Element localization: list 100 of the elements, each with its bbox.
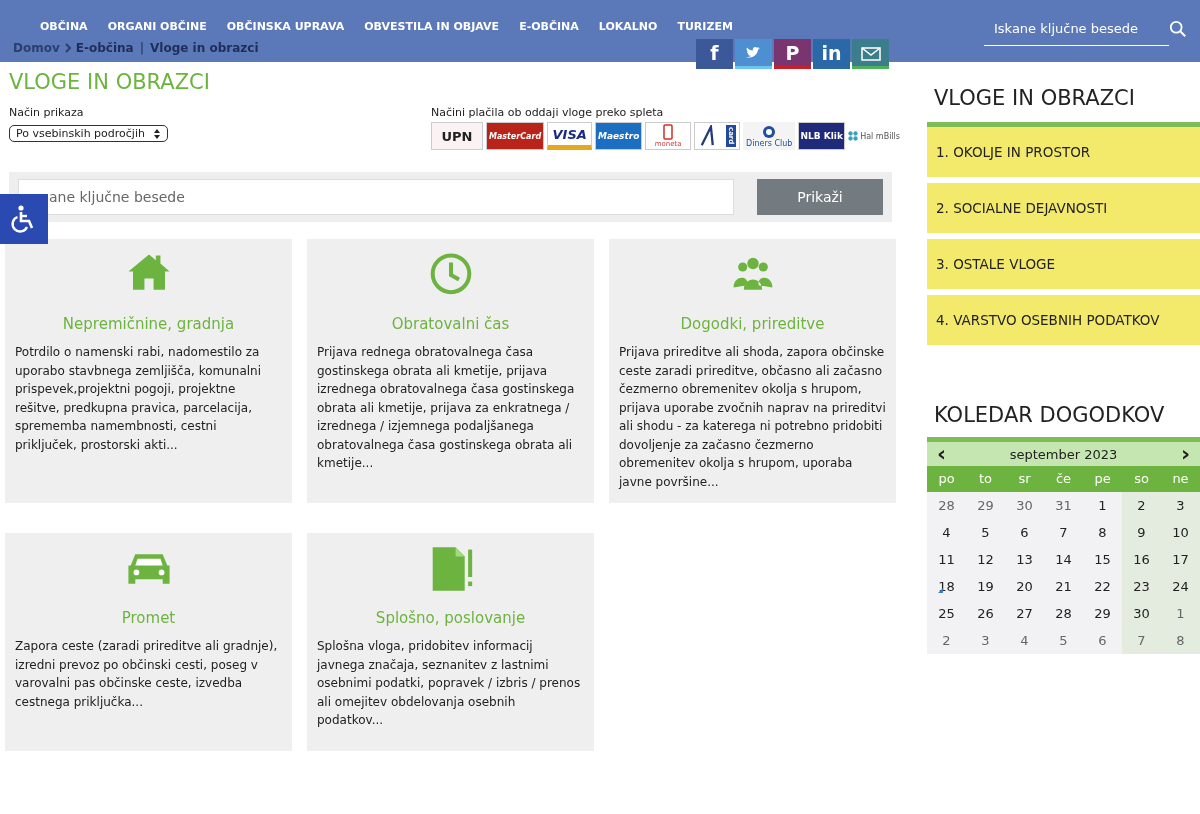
calendar-day[interactable]: 27 — [1005, 600, 1044, 627]
nav-link[interactable]: E-OBČINA — [509, 20, 589, 33]
share-button[interactable]: f — [696, 39, 733, 69]
phone-icon — [663, 124, 674, 140]
card-description: Prijava prireditve ali shoda, zapora občinske ceste zaradi prireditve, občasno ali začasno čezmerno obremenitev okolja s hrupom, prijava uporabe zvočnih naprav na prireditvi ali shodu - za katerega ni potrebno pridobiti dovoljenje za začasno čezmerno obremenitev okolja s hrupom, uporaba javne površine... — [619, 344, 886, 491]
field-label: Način prikaza — [9, 106, 85, 119]
separator: | — [138, 41, 146, 55]
calendar-day[interactable]: 9 — [1122, 519, 1161, 546]
calendar-day[interactable]: 7 — [1122, 627, 1161, 654]
category-card[interactable] — [5, 239, 292, 503]
payment-logo: UPN — [430, 122, 483, 150]
calendar-day[interactable]: 30 — [1122, 600, 1161, 627]
calendar-day[interactable]: 4 — [927, 519, 966, 546]
calendar-day[interactable]: 16 — [1122, 546, 1161, 573]
calendar-day[interactable]: 26 — [966, 600, 1005, 627]
nav-link[interactable]: TURIZEM — [667, 20, 743, 33]
calendar-day[interactable]: 6 — [1005, 519, 1044, 546]
nav-link[interactable]: LOKALNO — [588, 20, 668, 33]
category-link[interactable]: 1. OKOLJE IN PROSTOR — [927, 122, 1200, 177]
category-card[interactable] — [307, 239, 594, 503]
weekday-label: pe — [1083, 466, 1122, 492]
next-month-button[interactable]: › — [1180, 444, 1190, 464]
calendar-day[interactable]: 21 — [1044, 573, 1083, 600]
weekday-label: to — [966, 466, 1005, 492]
calendar-day[interactable]: 1 — [1083, 492, 1122, 519]
calendar-day[interactable]: 25 — [927, 600, 966, 627]
calendar-day[interactable]: 10 — [1161, 519, 1200, 546]
payment-logo: Hal mBills — [848, 122, 900, 150]
category-card[interactable] — [609, 239, 896, 503]
category-card[interactable]: Promet Zapora ceste (zaradi prireditve ali gradnje), izredni prevoz po občinski cesti, poseg v varovalni pas občinske ceste, izvedba cestnega priključka... — [5, 533, 292, 751]
payment-logo: Maestro — [595, 122, 643, 150]
payment-logo: VISA — [547, 122, 593, 150]
nav-link[interactable]: OBČINSKA UPRAVA — [216, 20, 355, 33]
calendar-day[interactable]: 5 — [966, 519, 1005, 546]
accessibility-button[interactable] — [0, 194, 48, 244]
weekday-label: sr — [1005, 466, 1044, 492]
payment-logo: NLB Klik — [798, 122, 846, 150]
sidebar-title: VLOGE IN OBRAZCI — [934, 86, 1136, 110]
weekday-label: če — [1044, 466, 1083, 492]
weekday-label: so — [1122, 466, 1161, 492]
calendar-day[interactable]: 23 — [1122, 573, 1161, 600]
diners-icon — [761, 124, 778, 139]
calendar-day[interactable]: 29 — [1083, 600, 1122, 627]
sidebar-title: KOLEDAR DOGODKOV — [934, 403, 1166, 427]
calendar-day[interactable]: 28 — [1044, 600, 1083, 627]
month-label: september 2023 — [1009, 446, 1118, 462]
calendar-day[interactable]: 29 — [966, 492, 1005, 519]
calendar-day[interactable]: 8 — [1161, 627, 1200, 654]
weekday-label: ne — [1161, 466, 1200, 492]
calendar-day[interactable]: 7 — [1044, 519, 1083, 546]
calendar-day[interactable]: 3 — [966, 627, 1005, 654]
search-button[interactable]: Prikaži — [757, 179, 883, 215]
updown-icon — [152, 127, 161, 140]
calendar-day[interactable]: 6 — [1083, 627, 1122, 654]
share-button[interactable] — [735, 39, 772, 69]
calendar-day[interactable]: 12 — [966, 546, 1005, 573]
calendar-day[interactable]: 22 — [1083, 573, 1122, 600]
search-field[interactable]: ane ključne besede — [18, 179, 734, 215]
share-button[interactable] — [852, 39, 889, 69]
nav-link[interactable]: OBVESTILA IN OBJAVE — [354, 20, 510, 33]
calendar-day[interactable]: 20 — [1005, 573, 1044, 600]
calendar-day[interactable]: 17 — [1161, 546, 1200, 573]
page-title: VLOGE IN OBRAZCI — [9, 70, 211, 94]
calendar-day[interactable]: 19 — [966, 573, 1005, 600]
calendar-day[interactable]: 30 — [1005, 492, 1044, 519]
chevron-icon — [63, 43, 72, 53]
field-label: Načini plačila ob oddaji vloge preko spleta — [430, 106, 665, 119]
calendar-day[interactable]: 8 — [1083, 519, 1122, 546]
nav-link[interactable]: ORGANI OBČINE — [97, 20, 217, 33]
category-link[interactable]: 4. VARSTVO OSEBNIH PODATKOV — [927, 295, 1200, 345]
calendar-day[interactable]: 2 — [927, 627, 966, 654]
previous-month-button[interactable]: ‹ — [937, 444, 947, 464]
card-description: Prijava rednega obratovalnega časa gostinskega obrata ali kmetije, prijava izrednega obratovalnega časa gostinskega obrata ali kmetije, prijava za enkratnega / izrednega / izjemnega podaljšanega obratovalnega časa gostinskega obrata ali kmetije... — [317, 344, 576, 472]
card-description: Splošna vloga, pridobitev informacij javnega značaja, seznanitev z lastnimi osebnimi podatki, popravek / izbris / prenos ali omejitev obdelovanja osebnih podatkov... — [317, 638, 582, 729]
calendar-day[interactable]: 31 — [1044, 492, 1083, 519]
dropdown[interactable]: Po vsebinskih področjih — [9, 125, 168, 142]
calendar-day[interactable]: 14 — [1044, 546, 1083, 573]
clover-icon — [848, 131, 859, 141]
calendar-day[interactable]: 15 — [1083, 546, 1122, 573]
calendar-day[interactable]: 4 — [1005, 627, 1044, 654]
weekday-label: po — [927, 466, 966, 492]
calendar-day[interactable]: 28 — [927, 492, 966, 519]
calendar-day[interactable]: 3 — [1161, 492, 1200, 519]
card-description: Potrdilo o namenski rabi, nadomestilo za uporabo stavbnega zemljišča, komunalni prispevek,projektni pogoji, projektne rešitve, predkupna pravica, parcelacija, sprememba namembnosti, cestni priključek, prostorski akti... — [15, 344, 263, 454]
card-description: Zapora ceste (zaradi prireditve ali gradnje), izredni prevoz po občinski cesti, poseg v varovalni pas občinske ceste, izvedba cestnega priključka... — [15, 638, 279, 711]
payment-logo: Diners Club — [743, 122, 796, 150]
calendar-day[interactable]: 5 — [1044, 627, 1083, 654]
calendar-day[interactable]: 2 — [1122, 492, 1161, 519]
calendar-day[interactable]: 11 — [927, 546, 966, 573]
search-icon — [1169, 20, 1187, 38]
category-card[interactable]: Splošno, poslovanje Splošna vloga, pridobitev informacij javnega značaja, seznanitev z lastnimi osebnimi podatki, popravek / izbris / prenos ali omejitev obdelovanja osebnih podatkov... — [307, 533, 594, 751]
share-button[interactable]: in — [813, 39, 850, 69]
category-link[interactable]: 2. SOCIALNE DEJAVNOSTI — [927, 183, 1200, 233]
calendar-day[interactable]: 24 — [1161, 573, 1200, 600]
share-button[interactable]: P — [774, 39, 811, 69]
nav-link[interactable]: OBČINA — [30, 20, 98, 33]
category-link[interactable]: 3. OSTALE VLOGE — [927, 239, 1200, 289]
payment-logo: MasterCard — [485, 122, 545, 150]
calendar-day[interactable]: 1 — [1161, 600, 1200, 627]
calendar-day[interactable]: 13 — [1005, 546, 1044, 573]
